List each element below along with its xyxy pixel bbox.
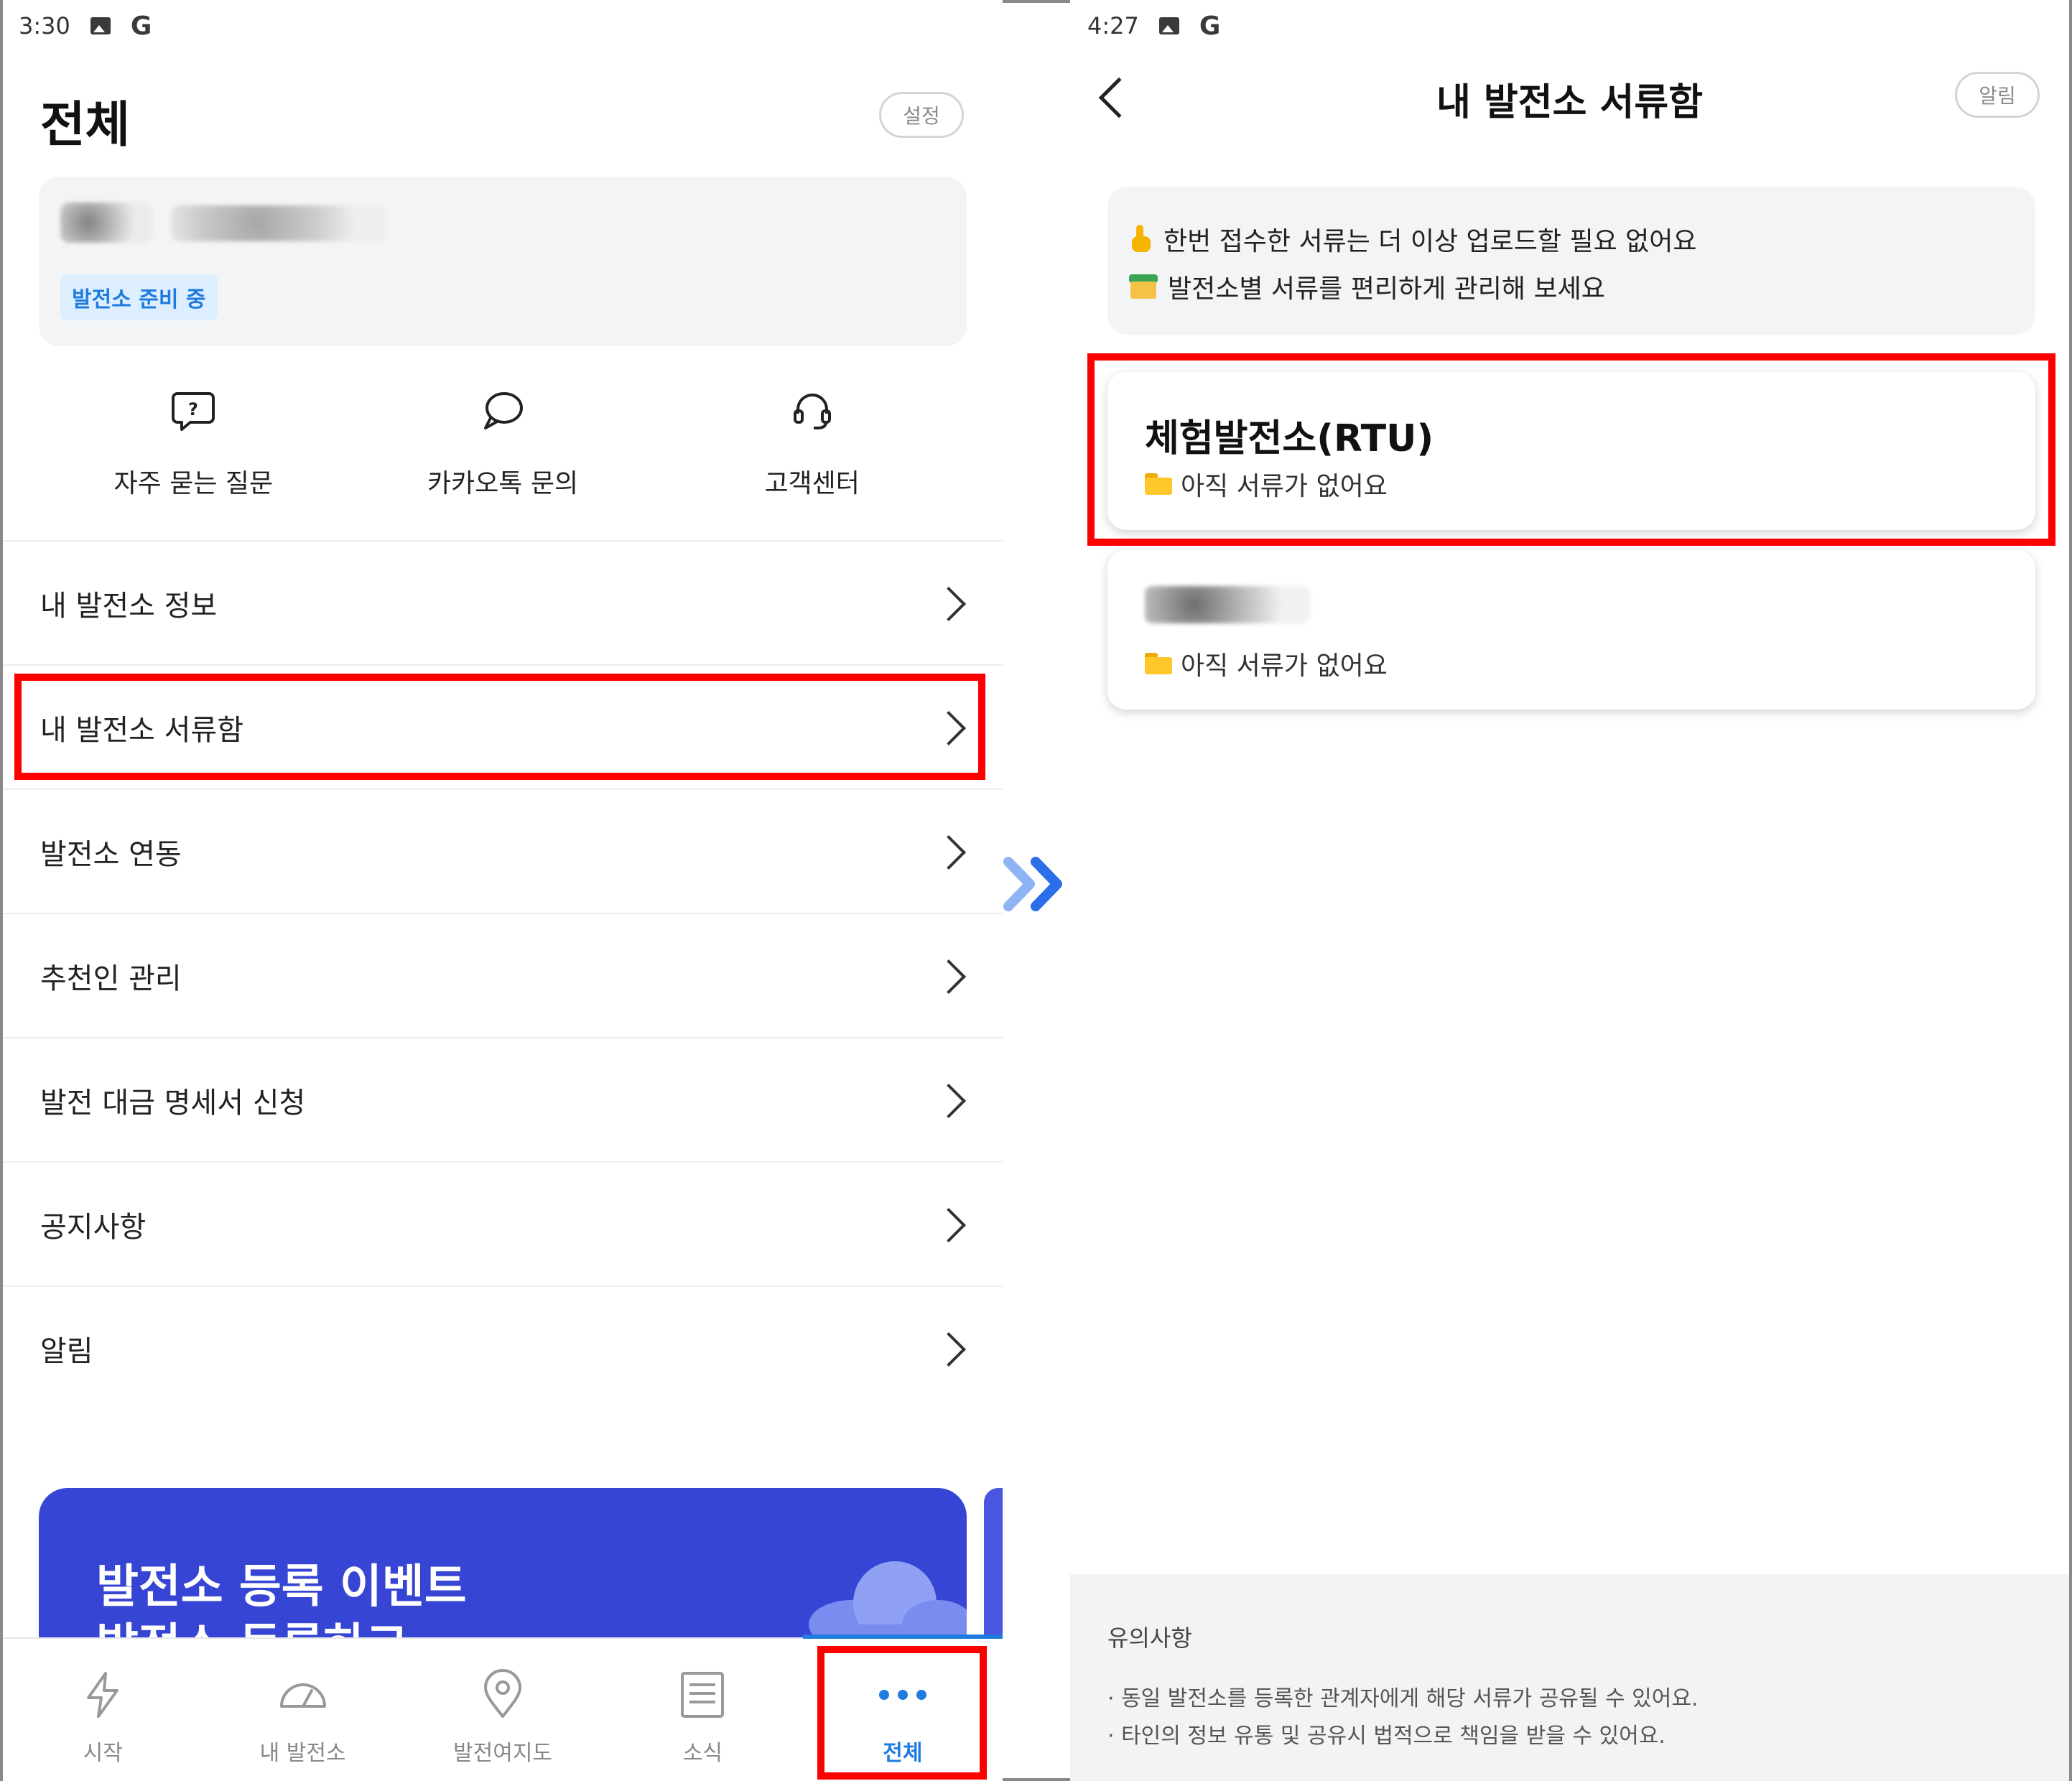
menu-item-statement-request[interactable]: 발전 대금 명세서 신청 — [3, 1037, 1003, 1161]
faq-icon: ? — [172, 392, 215, 431]
menu-item-notices[interactable]: 공지사항 — [3, 1161, 1003, 1285]
quick-item-customer-center[interactable]: 고객센터 — [657, 388, 967, 517]
image-icon — [90, 17, 111, 34]
nav-map[interactable]: 발전여지도 — [403, 1639, 603, 1781]
notice-title: 유의사항 — [1107, 1624, 1192, 1652]
map-pin-icon — [484, 1669, 522, 1718]
info-text: 한번 접수한 서류는 더 이상 업로드할 필요 없어요 — [1163, 227, 1697, 256]
document-box-screen: 4:27 G 내 발전소 서류함 알림 한번 접수한 서류는 더 이상 업로드할… — [1070, 0, 2069, 1781]
chevron-right-icon — [931, 834, 967, 870]
redacted-plant-name — [1145, 586, 1310, 623]
active-tab-indicator — [802, 1634, 1003, 1639]
quick-actions: ? 자주 묻는 질문 카카오톡 문의 고객센터 — [39, 388, 967, 517]
nav-news[interactable]: 소식 — [603, 1639, 802, 1781]
menu-list: 내 발전소 정보 내 발전소 서류함 발전소 연동 추천인 관리 발전 대금 명… — [3, 540, 1003, 1410]
nav-my-plant[interactable]: 내 발전소 — [203, 1639, 402, 1781]
info-line: 한번 접수한 서류는 더 이상 업로드할 필요 없어요 — [1129, 215, 2014, 263]
gauge-icon — [279, 1683, 326, 1708]
nav-label: 소식 — [682, 1741, 723, 1766]
kakaotalk-icon — [484, 392, 523, 429]
highlight-rtu-card — [1087, 353, 2055, 546]
double-chevron-right-icon — [1003, 857, 1062, 911]
chevron-right-icon — [931, 1083, 967, 1119]
highlight-all-tab — [817, 1646, 987, 1780]
status-time: 3:30 — [19, 12, 70, 39]
status-time: 4:27 — [1087, 12, 1139, 39]
card-box-icon — [1129, 274, 1158, 299]
lightning-icon — [87, 1672, 119, 1718]
plant-doc-status: 아직 서류가 없어요 — [1145, 645, 1998, 682]
quick-label: 카카오톡 문의 — [427, 469, 579, 498]
google-icon: G — [1199, 11, 1221, 41]
banner-title: 발전소 등록 이벤트 — [96, 1561, 467, 1614]
redacted-phone — [171, 205, 386, 241]
quick-item-kakaotalk[interactable]: 카카오톡 문의 — [348, 388, 658, 517]
quick-label: 자주 묻는 질문 — [113, 469, 274, 498]
menu-item-label: 내 발전소 정보 — [40, 589, 218, 623]
nav-label: 발전여지도 — [453, 1741, 553, 1766]
menu-item-referrer[interactable]: 추천인 관리 — [3, 913, 1003, 1037]
menu-item-label: 추천인 관리 — [40, 962, 182, 995]
nav-start[interactable]: 시작 — [3, 1639, 203, 1781]
page-title: 내 발전소 서류함 — [1436, 81, 1704, 124]
menu-item-label: 발전 대금 명세서 신청 — [40, 1086, 306, 1120]
menu-item-label: 공지사항 — [40, 1210, 147, 1244]
menu-item-label: 발전소 연동 — [40, 837, 182, 871]
menu-item-alarms[interactable]: 알림 — [3, 1285, 1003, 1410]
highlight-document-box-menu — [14, 674, 985, 780]
plant-card[interactable]: 아직 서류가 없어요 — [1107, 550, 2035, 710]
settings-button[interactable]: 설정 — [879, 92, 964, 138]
folder-icon — [1145, 653, 1172, 674]
notice-item: · 타인의 정보 유통 및 공유시 법적으로 책임을 받을 수 있어요. — [1107, 1724, 1666, 1749]
info-text: 발전소별 서류를 편리하게 관리해 보세요 — [1168, 274, 1605, 304]
notice-section: 유의사항 · 동일 발전소를 등록한 관계자에게 해당 서류가 공유될 수 있어… — [1070, 1574, 2069, 1781]
svg-text:?: ? — [188, 399, 198, 419]
notice-item: · 동일 발전소를 등록한 관계자에게 해당 서류가 공유될 수 있어요. — [1107, 1686, 1699, 1711]
nav-label: 시작 — [83, 1741, 123, 1766]
chevron-right-icon — [931, 586, 967, 622]
status-badge: 발전소 준비 중 — [60, 274, 218, 320]
page-title: 전체 — [40, 97, 131, 154]
status-bar: 3:30 G — [19, 7, 152, 45]
info-line: 발전소별 서류를 편리하게 관리해 보세요 — [1129, 263, 2014, 310]
image-icon — [1158, 17, 1179, 34]
headset-icon — [793, 394, 831, 429]
quick-label: 고객센터 — [764, 469, 860, 498]
chevron-right-icon — [931, 1331, 967, 1367]
quick-item-faq[interactable]: ? 자주 묻는 질문 — [39, 388, 348, 517]
redacted-name — [60, 203, 152, 243]
menu-item-plant-info[interactable]: 내 발전소 정보 — [3, 540, 1003, 664]
pointing-hand-icon — [1129, 225, 1153, 254]
doc-status-text: 아직 서류가 없어요 — [1181, 651, 1388, 681]
menu-item-plant-link[interactable]: 발전소 연동 — [3, 789, 1003, 913]
menu-item-label: 알림 — [40, 1334, 93, 1368]
news-icon — [681, 1672, 725, 1718]
alarm-button[interactable]: 알림 — [1955, 72, 2040, 118]
info-card: 한번 접수한 서류는 더 이상 업로드할 필요 없어요 발전소별 서류를 편리하… — [1107, 187, 2035, 335]
status-bar: 4:27 G — [1087, 7, 1220, 45]
profile-card[interactable]: 발전소 준비 중 — [39, 177, 967, 346]
google-icon: G — [130, 11, 152, 41]
chevron-right-icon — [931, 959, 967, 995]
all-menu-screen: 3:30 G 전체 설정 발전소 준비 중 ? 자주 묻는 질문 카카오톡 문의 — [3, 0, 1003, 1781]
chevron-right-icon — [931, 1207, 967, 1243]
nav-label: 내 발전소 — [259, 1741, 346, 1766]
